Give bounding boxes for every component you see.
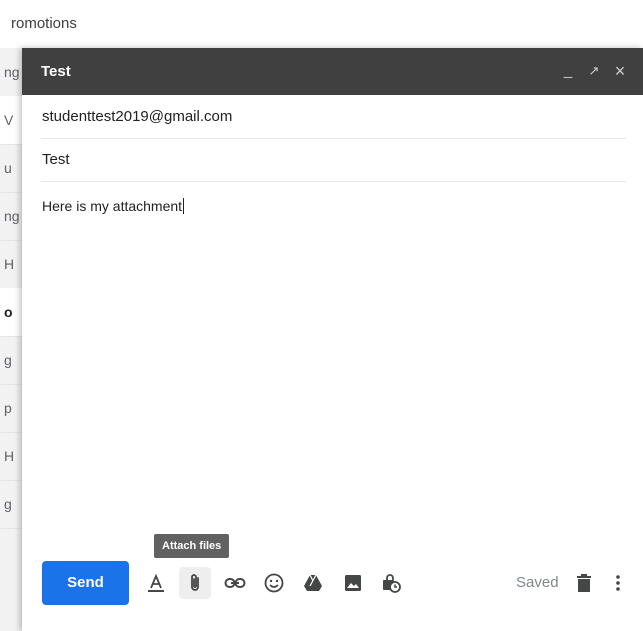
link-icon[interactable] [219, 567, 251, 599]
trash-icon[interactable] [568, 567, 600, 599]
list-item[interactable]: ng [0, 192, 22, 241]
list-item[interactable]: V [0, 96, 22, 145]
recipients-field[interactable]: studenttest2019@gmail.com [41, 96, 626, 139]
attach-files-tooltip: Attach files [154, 534, 230, 558]
text-cursor [183, 198, 185, 214]
inbox-header: romotions [0, 0, 643, 48]
message-body[interactable]: Here is my attachment [42, 198, 185, 214]
list-item[interactable]: o [0, 288, 22, 337]
list-item[interactable]: ng [0, 48, 22, 97]
inbox-list: ng V u ng H o g p H g [0, 48, 22, 631]
compose-title-bar[interactable]: Test _ ↗ × [22, 48, 643, 95]
minimize-icon[interactable]: _ [559, 61, 577, 81]
list-item[interactable]: g [0, 480, 22, 529]
list-item[interactable]: g [0, 336, 22, 385]
list-item[interactable]: H [0, 432, 22, 481]
recipient-chip[interactable]: studenttest2019@gmail.com [42, 108, 232, 125]
emoji-icon[interactable] [258, 567, 290, 599]
list-item[interactable]: u [0, 144, 22, 193]
subject-value: Test [42, 151, 70, 168]
photo-icon[interactable] [337, 567, 369, 599]
list-item[interactable]: p [0, 384, 22, 433]
format-text-icon[interactable] [140, 567, 172, 599]
expand-icon[interactable]: ↗ [585, 61, 603, 81]
compose-window: Test _ ↗ × studenttest2019@gmail.com Tes… [22, 48, 643, 631]
confidential-mode-icon[interactable] [375, 567, 407, 599]
subject-field[interactable]: Test [41, 139, 626, 182]
list-item[interactable]: H [0, 240, 22, 289]
attach-icon[interactable] [179, 567, 211, 599]
drive-icon[interactable] [297, 567, 329, 599]
message-body-text: Here is my attachment [42, 198, 183, 214]
compose-title: Test [41, 63, 71, 80]
more-options-icon[interactable] [602, 567, 634, 599]
inbox-tab-title[interactable]: romotions [11, 15, 77, 32]
draft-saved-status: Saved [516, 574, 559, 591]
close-icon[interactable]: × [611, 61, 629, 81]
send-button[interactable]: Send [42, 561, 129, 605]
